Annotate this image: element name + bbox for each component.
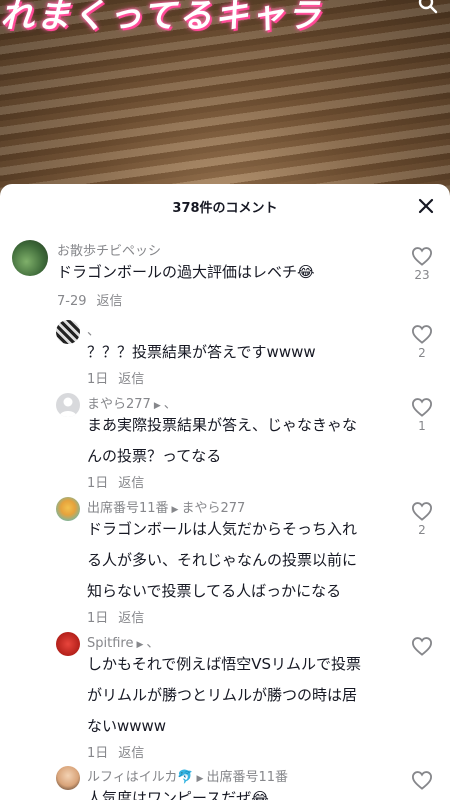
comment-line: ドラゴンボールの過大評価はレベチ😂 [57, 263, 315, 281]
default-avatar-icon [59, 397, 77, 417]
comment-line: 人気度はワンピースだぜ😂 [87, 789, 269, 800]
comment-text: しかもそれで例えば悟空VSリムルで投票 がリムルが勝つとリムルが勝つの時は居 な… [87, 649, 361, 742]
heart-icon [411, 637, 433, 656]
comment-text: ドラゴンボールは人気だからそっち入れ る人が多い、それじゃなんの投票以前に 知ら… [87, 514, 357, 607]
comment-meta: 1日 返信 [87, 368, 144, 387]
like-button[interactable]: 1 [410, 397, 434, 433]
comment-date: 1日 [87, 372, 109, 387]
heart-icon [411, 502, 433, 521]
reply-button[interactable]: 返信 [118, 746, 144, 761]
comment-count-title: 378件のコメント [172, 200, 278, 216]
comment-meta: 1日 返信 [87, 607, 144, 626]
avatar[interactable] [56, 393, 80, 417]
comment-line: ないwwww [87, 717, 167, 735]
reply-item: 出席番号11番 ▶ まやら277 ドラゴンボールは人気だからそっち入れ る人が多い、… [0, 497, 450, 627]
comment-line: ドラゴンボールは人気だからそっち入れ [87, 520, 358, 538]
avatar[interactable] [56, 497, 80, 521]
comment-text: ？？？投票結果が答えですwwww [87, 337, 316, 368]
avatar[interactable] [56, 766, 80, 790]
comment-text: まあ実際投票結果が答え、じゃなきゃな んの投票？ってなる [87, 410, 357, 472]
comments-sheet: 378件のコメント お散歩チビペッシ ドラゴンボールの過大評価はレベチ😂 7-2… [0, 184, 450, 800]
comment-date: 1日 [87, 476, 109, 491]
comment-line: まあ実際投票結果が答え、じゃなきゃな [87, 416, 358, 434]
comment-line: しかもそれで例えば悟空VSリムルで投票 [87, 655, 362, 673]
like-button[interactable] [410, 770, 434, 790]
search-icon[interactable] [418, 0, 438, 14]
avatar[interactable] [56, 320, 80, 344]
video-background: れまくってるキャラ [0, 0, 450, 200]
comment-meta: 7-29 返信 [57, 290, 123, 309]
reply-button[interactable]: 返信 [118, 372, 144, 387]
like-count: 2 [418, 346, 426, 360]
heart-icon [411, 247, 433, 266]
reply-item: Spitfire ▶、 しかもそれで例えば悟空VSリムルで投票 がリムルが勝つとリ… [0, 632, 450, 762]
comment-date: 1日 [87, 611, 109, 626]
comment-line: る人が多い、それじゃなんの投票以前に [87, 551, 358, 569]
reply-button[interactable]: 返信 [118, 611, 144, 626]
reply-item: まやら277 ▶、 まあ実際投票結果が答え、じゃなきゃな んの投票？ってなる 1日… [0, 393, 450, 493]
video-caption: れまくってるキャラ [0, 0, 323, 36]
comment-meta: 1日 返信 [87, 472, 144, 491]
close-icon[interactable] [416, 196, 436, 216]
reply-button[interactable]: 返信 [118, 476, 144, 491]
heart-icon [411, 771, 433, 790]
heart-icon [411, 398, 433, 417]
avatar[interactable] [12, 240, 48, 276]
reply-item: 、 ？？？投票結果が答えですwwww 1日 返信 2 [0, 320, 450, 390]
comment-line: ？？？投票結果が答えですwwww [87, 343, 316, 361]
comment-text: 人気度はワンピースだぜ😂 [87, 783, 269, 800]
comment-line: んの投票？ってなる [87, 447, 222, 465]
like-count: 23 [414, 268, 430, 282]
heart-icon [411, 325, 433, 344]
comment-meta: 1日 返信 [87, 742, 144, 761]
like-button[interactable]: 2 [410, 324, 434, 360]
comment-line: 知らないで投票してる人ばっかになる [87, 582, 342, 600]
comment-text: ドラゴンボールの過大評価はレベチ😂 [57, 257, 315, 288]
reply-button[interactable]: 返信 [97, 294, 123, 309]
comment-line: がリムルが勝つとリムルが勝つの時は居 [87, 686, 358, 704]
like-count: 2 [418, 523, 426, 537]
comment-item: お散歩チビペッシ ドラゴンボールの過大評価はレベチ😂 7-29 返信 23 [0, 238, 450, 318]
reply-item: ルフィはイルカ🐬 ▶ 出席番号11番 人気度はワンピースだぜ😂 [0, 766, 450, 800]
like-button[interactable] [410, 636, 434, 658]
avatar[interactable] [56, 632, 80, 656]
like-count: 1 [418, 419, 426, 433]
comment-date: 7-29 [57, 294, 87, 309]
like-button[interactable]: 2 [410, 501, 434, 537]
like-button[interactable]: 23 [410, 246, 434, 282]
sheet-header: 378件のコメント [0, 184, 450, 228]
comment-date: 1日 [87, 746, 109, 761]
